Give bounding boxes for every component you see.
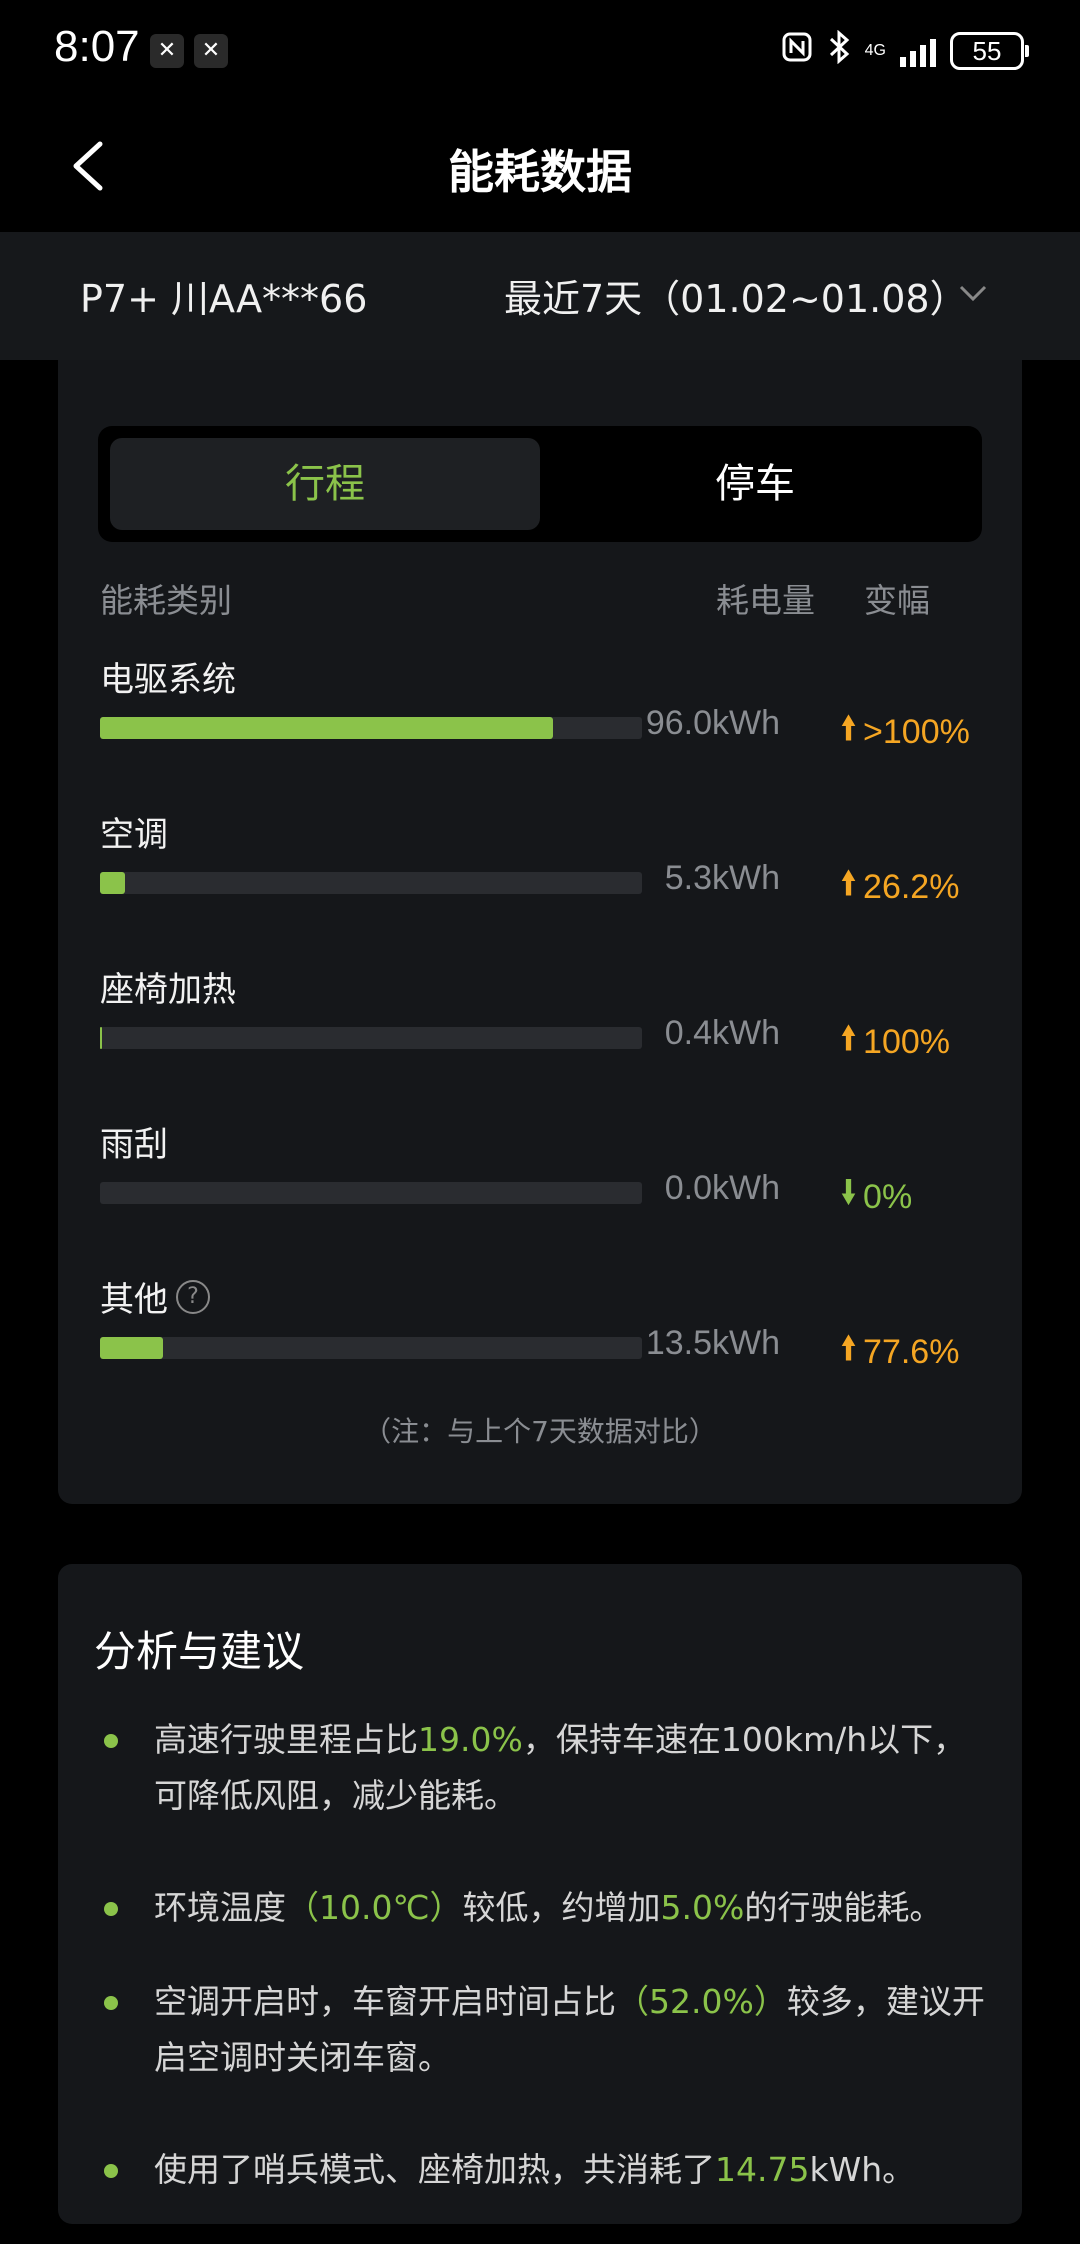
arrow-up-icon: 🠙 bbox=[840, 1019, 858, 1057]
analysis-text-segment: 空调开启时，车窗开启时间占比 bbox=[154, 1982, 616, 2021]
status-time: 8:07 bbox=[54, 22, 140, 71]
change-value: 🠙 26.2% bbox=[840, 859, 959, 916]
analysis-text: 使用了哨兵模式、座椅加热，共消耗了14.75kWh。 bbox=[154, 2142, 994, 2198]
change-value: 🠙 >100% bbox=[840, 704, 970, 761]
change-text: 100% bbox=[863, 1023, 951, 1061]
bullet-dot bbox=[104, 1734, 118, 1748]
energy-value: 0.4kWh bbox=[664, 1014, 780, 1052]
network-type: 4G bbox=[864, 41, 886, 59]
status-bar: 8:07 ✕ ✕ 4G 55 bbox=[0, 0, 1080, 100]
arrow-down-icon: 🠛 bbox=[840, 1174, 858, 1212]
arrow-up-icon: 🠙 bbox=[840, 1329, 858, 1367]
analysis-title: 分析与建议 bbox=[94, 1627, 305, 1676]
row-label: 空调 bbox=[100, 815, 168, 855]
nav-bar: 能耗数据 bbox=[0, 100, 1080, 232]
vehicle-selector[interactable]: P7+ 川AA***66 bbox=[80, 268, 367, 323]
energy-value: 13.5kWh bbox=[645, 1324, 780, 1362]
column-header-change: 变幅 bbox=[864, 581, 930, 620]
analysis-item: 高速行驶里程占比19.0%，保持车速在100km/h以下，可降低风阻，减少能耗。 bbox=[94, 1712, 994, 1824]
analysis-text: 高速行驶里程占比19.0%，保持车速在100km/h以下，可降低风阻，减少能耗。 bbox=[154, 1712, 994, 1824]
usage-bar bbox=[100, 872, 642, 894]
status-icons: 4G 55 bbox=[781, 29, 1029, 71]
analysis-text: 空调开启时，车窗开启时间占比（52.0%）较多，建议开启空调时关闭车窗。 bbox=[154, 1974, 994, 2086]
analysis-text-segment: 环境温度 bbox=[154, 1888, 286, 1927]
usage-bar bbox=[100, 1027, 642, 1049]
usage-bar bbox=[100, 717, 642, 739]
highlight-value: （10.0℃） bbox=[286, 1888, 463, 1927]
tab-trip[interactable]: 行程 bbox=[110, 438, 540, 530]
help-icon[interactable]: ? bbox=[176, 1279, 210, 1314]
column-header-energy: 耗电量 bbox=[716, 581, 815, 620]
chevron-down-icon[interactable] bbox=[956, 276, 990, 310]
page-title: 能耗数据 bbox=[448, 145, 632, 199]
energy-row: 雨刮 0.0kWh 🠛 0% bbox=[100, 1117, 980, 1272]
analysis-item: 使用了哨兵模式、座椅加热，共消耗了14.75kWh。 bbox=[94, 2142, 994, 2198]
notification-icon: ✕ bbox=[194, 34, 228, 68]
change-value: 🠙 100% bbox=[840, 1014, 950, 1071]
usage-bar-fill bbox=[100, 872, 125, 894]
row-label-wrap: 其他 ? bbox=[100, 1272, 210, 1321]
energy-card: 行程 停车 能耗类别 耗电量 变幅 电驱系统 96.0kWh 🠙 >100% 空调… bbox=[58, 360, 1022, 1504]
highlight-value: 5.0% bbox=[660, 1888, 745, 1927]
notification-icon: ✕ bbox=[150, 34, 184, 68]
row-label: 电驱系统 bbox=[100, 660, 236, 700]
comparison-note: （注：与上个7天数据对比） bbox=[363, 1415, 717, 1448]
usage-bar bbox=[100, 1337, 642, 1359]
analysis-text-segment: 的行驶能耗。 bbox=[744, 1888, 943, 1927]
bullet-dot bbox=[104, 1902, 118, 1916]
analysis-card: 分析与建议 高速行驶里程占比19.0%，保持车速在100km/h以下，可降低风阻… bbox=[58, 1564, 1022, 2224]
energy-row: 座椅加热 0.4kWh 🠙 100% bbox=[100, 962, 980, 1117]
column-header-category: 能耗类别 bbox=[100, 581, 232, 620]
change-value: 🠙 77.6% bbox=[840, 1324, 959, 1381]
usage-bar-fill bbox=[100, 1337, 164, 1359]
change-text: 0% bbox=[863, 1178, 913, 1216]
energy-row: 电驱系统 96.0kWh 🠙 >100% bbox=[100, 652, 980, 807]
change-value: 🠛 0% bbox=[840, 1169, 912, 1226]
energy-row: 空调 5.3kWh 🠙 26.2% bbox=[100, 807, 980, 962]
arrow-up-icon: 🠙 bbox=[840, 709, 858, 747]
analysis-text: 环境温度（10.0℃）较低，约增加5.0%的行驶能耗。 bbox=[154, 1880, 994, 1936]
analysis-text-segment: 使用了哨兵模式、座椅加热，共消耗了 bbox=[154, 2150, 715, 2189]
bullet-dot bbox=[104, 1996, 118, 2010]
highlight-value: （52.0%） bbox=[616, 1982, 787, 2021]
filter-bar: P7+ 川AA***66 最近7天（01.02~01.08） bbox=[0, 232, 1080, 360]
row-label: 其他 bbox=[100, 1280, 168, 1320]
analysis-text-segment: 高速行驶里程占比 bbox=[154, 1720, 418, 1759]
battery-icon: 55 bbox=[950, 31, 1029, 70]
usage-bar-fill bbox=[100, 1027, 102, 1049]
energy-row: 其他 ? 13.5kWh 🠙 77.6% bbox=[100, 1272, 980, 1427]
energy-value: 5.3kWh bbox=[664, 859, 780, 897]
analysis-item: 空调开启时，车窗开启时间占比（52.0%）较多，建议开启空调时关闭车窗。 bbox=[94, 1974, 994, 2086]
row-label: 座椅加热 bbox=[100, 970, 236, 1010]
change-text: 77.6% bbox=[863, 1333, 960, 1371]
analysis-text-segment: kWh。 bbox=[809, 2150, 916, 2189]
change-text: 26.2% bbox=[863, 868, 960, 906]
usage-bar bbox=[100, 1182, 642, 1204]
bullet-dot bbox=[104, 2164, 118, 2178]
energy-value: 96.0kWh bbox=[645, 704, 780, 742]
row-label: 雨刮 bbox=[100, 1125, 168, 1165]
signal-icon bbox=[900, 35, 936, 67]
analysis-item: 环境温度（10.0℃）较低，约增加5.0%的行驶能耗。 bbox=[94, 1880, 994, 1936]
tab-parking[interactable]: 停车 bbox=[540, 438, 970, 530]
highlight-value: 19.0% bbox=[418, 1720, 523, 1759]
energy-value: 0.0kWh bbox=[664, 1169, 780, 1207]
bluetooth-icon bbox=[827, 29, 851, 71]
usage-bar-fill bbox=[100, 717, 553, 739]
highlight-value: 14.75 bbox=[715, 2150, 810, 2189]
nfc-icon bbox=[781, 31, 813, 70]
arrow-up-icon: 🠙 bbox=[840, 864, 858, 902]
analysis-text-segment: 较低，约增加 bbox=[462, 1888, 661, 1927]
date-range-selector[interactable]: 最近7天（01.02~01.08） bbox=[504, 268, 968, 323]
tab-bar: 行程 停车 bbox=[98, 426, 982, 542]
change-text: >100% bbox=[863, 713, 970, 751]
